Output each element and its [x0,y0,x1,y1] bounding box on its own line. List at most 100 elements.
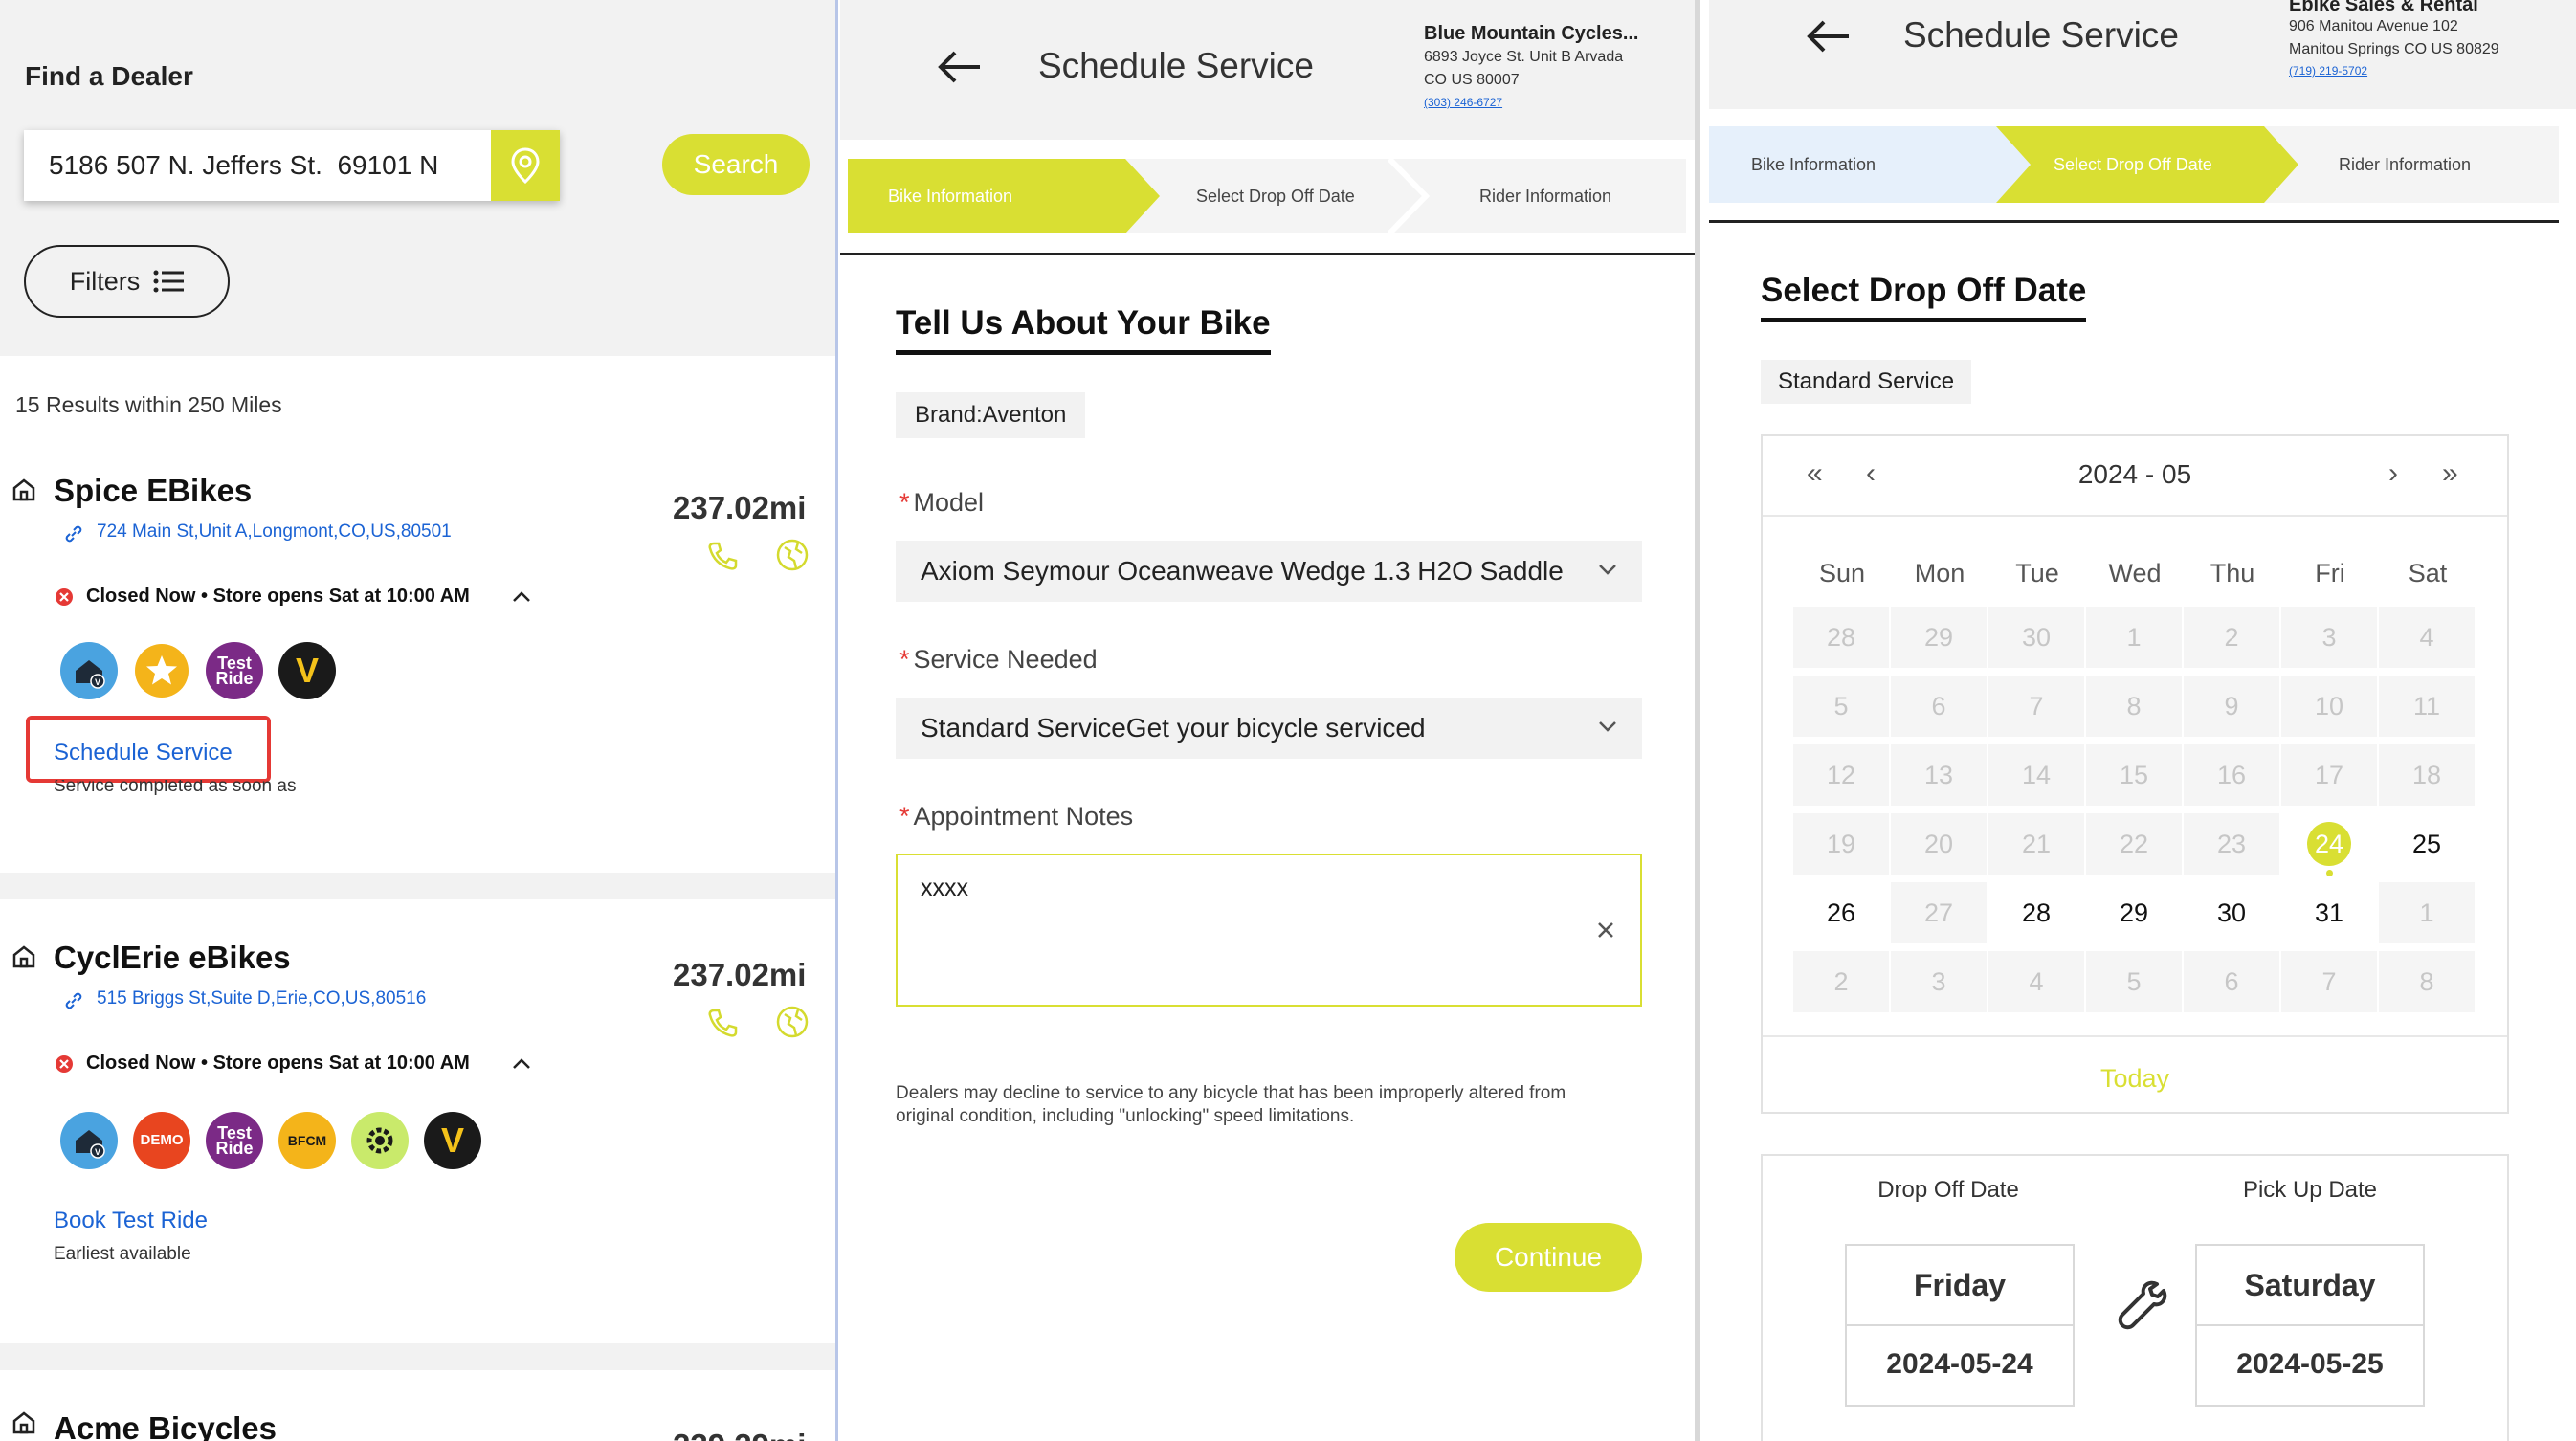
calendar-day: 5 [1793,676,1889,737]
calendar-grid: 28 29 30 1 2 3 4 5 6 7 8 9 10 11 12 13 14 15 16 17 18 19 20 21 2… [1793,607,2476,1012]
star-badge-icon [133,642,190,699]
weekday-header: Sun [1818,559,1866,587]
dealer-name[interactable]: Spice EBikes [54,473,252,509]
next-year-icon[interactable]: » [2442,457,2458,490]
demo-badge-icon: DEMO [133,1112,190,1169]
model-value: Axiom Seymour Oceanweave Wedge 1.3 H2O S… [921,556,1564,586]
link-icon [65,525,82,543]
chevron-up-icon[interactable] [512,589,531,603]
calendar-day: 14 [1988,744,2084,806]
calendar-day: 28 [1793,607,1889,668]
test-ride-badge-icon: Test Ride [206,1112,263,1169]
calendar-day[interactable]: 26 [1793,882,1889,943]
calendar-day: 19 [1793,813,1889,875]
v-badge-icon: V [424,1112,481,1169]
weekday-header: Tue [2015,559,2059,587]
page-title: Schedule Service [1903,15,2179,55]
service-needed-select[interactable]: Standard ServiceGet your bicycle service… [896,698,1642,759]
appointment-notes-field[interactable]: xxxx [896,854,1642,1007]
step-select-drop-off-date[interactable]: Select Drop Off Date [2054,126,2212,203]
step-rider-information[interactable]: Rider Information [1479,159,1611,233]
step-bike-information[interactable]: Bike Information [1751,126,1876,203]
back-arrow-icon[interactable] [1805,17,1853,55]
calendar-day[interactable]: 31 [2281,882,2377,943]
bfcm-badge-icon: BFCM [278,1112,336,1169]
dealer-address[interactable]: 724 Main St,Unit A,Longmont,CO,US,80501 [97,521,452,543]
test-ride-label: Test Ride [215,653,254,688]
filters-button[interactable]: Filters [24,245,230,318]
chevron-up-icon[interactable] [512,1056,531,1070]
calendar-day: 8 [2086,676,2182,737]
drop-off-date: 2024-05-24 [1886,1348,2033,1380]
calendar-day: 2 [1793,951,1889,1012]
calendar-day[interactable]: 25 [2379,813,2475,875]
svg-text:V: V [95,1147,100,1157]
phone-icon[interactable] [706,1007,739,1039]
calendar-day: 17 [2281,744,2377,806]
step-select-drop-off-date[interactable]: Select Drop Off Date [1196,159,1355,233]
chevron-down-icon [1599,721,1616,732]
website-icon[interactable] [775,538,810,572]
search-button[interactable]: Search [662,134,810,195]
dealer-address[interactable]: 515 Briggs St,Suite D,Erie,CO,US,80516 [97,988,426,1009]
location-button[interactable] [491,130,560,201]
divider [1709,220,2559,223]
calendar-day: 30 [1988,607,2084,668]
dealer-name: Ebike Sales & Rental [2289,0,2478,15]
model-select[interactable]: Axiom Seymour Oceanweave Wedge 1.3 H2O S… [896,541,1642,602]
phone-icon[interactable] [706,540,739,572]
dealer-name[interactable]: CyclErie eBikes [54,940,291,976]
store-icon [12,945,35,968]
dealer-name[interactable]: Acme Bicycles [54,1410,277,1441]
find-dealer-panel: Find a Dealer Search Filters 15 Results … [0,0,838,1441]
today-button[interactable]: Today [1763,1064,2507,1094]
wrench-icon [2118,1280,2167,1330]
calendar-day[interactable]: 28 [1988,882,2084,943]
calendar: « ‹ 2024 - 05 › » Sun Mon Tue Wed Thu Fri Sat … [1761,434,2509,1114]
continue-button[interactable]: Continue [1455,1223,1642,1292]
appointment-notes-label: * Appointment Notes [899,802,1134,831]
book-test-ride-link[interactable]: Book Test Ride [54,1208,208,1234]
calendar-day: 6 [1891,676,1987,737]
header: Schedule Service Ebike Sales & Rental 90… [1709,0,2576,109]
drop-off-date-box[interactable]: Friday 2024-05-24 [1845,1244,2075,1407]
dealer-card: CyclErie eBikes 515 Briggs St,Suite D,Er… [0,899,835,1343]
calendar-day: 15 [2086,744,2182,806]
calendar-day: 1 [2379,882,2475,943]
calendar-day: 12 [1793,744,1889,806]
calendar-day[interactable]: 30 [2184,882,2279,943]
calendar-day: 11 [2379,676,2475,737]
calendar-day[interactable]: 29 [2086,882,2182,943]
svg-text:V: V [95,677,100,687]
calendar-day: 7 [1988,676,2084,737]
schedule-service-link[interactable]: Schedule Service [54,740,233,766]
dealer-phone[interactable]: (719) 219-5702 [2289,64,2367,78]
dealer-name: Blue Mountain Cycles... [1424,23,1639,44]
weekday-header: Thu [2210,559,2255,587]
pick-up-date-box[interactable]: Saturday 2024-05-25 [2195,1244,2425,1407]
calendar-day: 5 [2086,951,2182,1012]
drop-off-label: Drop Off Date [1877,1177,2019,1203]
step-bike-information[interactable]: Bike Information [888,159,1012,233]
next-month-icon[interactable]: › [2388,457,2398,490]
brand-tag: Brand:Aventon [896,392,1086,438]
calendar-day: 8 [2379,951,2475,1012]
calendar-day-selected[interactable]: 24 [2281,813,2377,876]
test-ride-badge-icon: Test Ride [206,642,263,699]
dealer-phone[interactable]: (303) 246-6727 [1424,96,1502,109]
dealer-address: Manitou Springs CO US 80829 [2289,41,2499,57]
service-badge-icon: V [60,1112,118,1169]
disclaimer-line: original condition, including "unlocking… [896,1106,1355,1126]
clear-icon[interactable] [1596,920,1615,940]
weekday-row: Sun Mon Tue Wed Thu Fri Sat [1793,559,2476,597]
gear-badge-icon [351,1112,409,1169]
dealer-distance: 239.29mi [673,1428,806,1441]
website-icon[interactable] [775,1005,810,1039]
search-input[interactable] [24,130,491,201]
v-badge-icon: V [278,642,336,699]
back-arrow-icon[interactable] [936,48,984,86]
step-rider-information[interactable]: Rider Information [2339,126,2471,203]
disclaimer-line: Dealers may decline to service to any bi… [896,1083,1566,1103]
service-value: Standard ServiceGet your bicycle service… [921,713,1426,743]
step-bar: Bike Information Select Drop Off Date Ri… [1709,126,2559,203]
